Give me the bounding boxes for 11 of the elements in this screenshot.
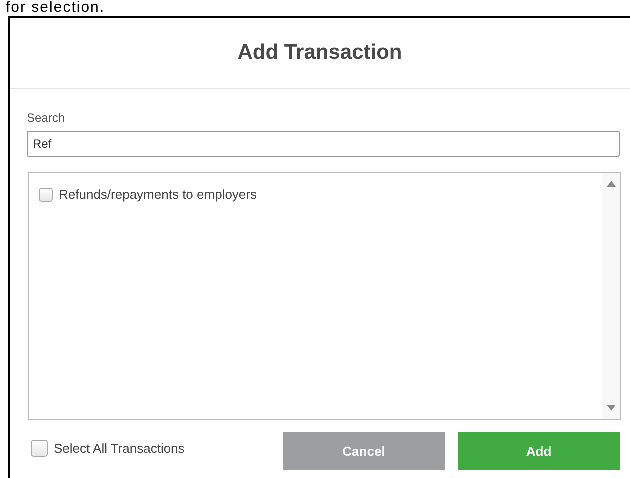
checkbox[interactable] [31, 440, 48, 456]
page-text: for selection. [5, 0, 106, 16]
scrollbar[interactable] [602, 173, 620, 419]
scroll-up-icon[interactable] [606, 181, 616, 187]
checkbox[interactable] [39, 188, 53, 202]
select-all-label[interactable]: Select All Transactions [54, 440, 185, 456]
transaction-label[interactable]: Refunds/repayments to employers [59, 187, 257, 202]
scroll-down-icon[interactable] [606, 405, 616, 411]
search-label: Search [27, 111, 66, 125]
search-field[interactable]: Ref [27, 131, 620, 157]
dialog-title: Add Transaction [238, 41, 402, 65]
